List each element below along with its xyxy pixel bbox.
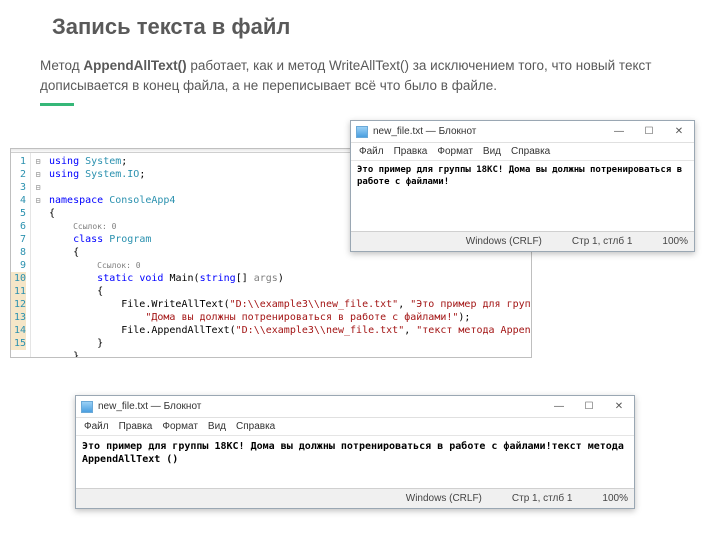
menu-edit[interactable]: Правка (119, 421, 153, 432)
status-encoding: Windows (CRLF) (466, 236, 542, 247)
notepad-icon (81, 401, 93, 413)
maximize-button[interactable]: ☐ (634, 122, 664, 142)
notepad-window-1: new_file.txt — Блокнот — ☐ ✕ Файл Правка… (350, 120, 695, 252)
minimize-button[interactable]: — (604, 122, 634, 142)
menu-view[interactable]: Вид (483, 146, 501, 157)
menu-file[interactable]: Файл (359, 146, 384, 157)
menu-help[interactable]: Справка (236, 421, 275, 432)
status-cursor: Стр 1, стлб 1 (572, 236, 633, 247)
notepad-icon (356, 126, 368, 138)
maximize-button[interactable]: ☐ (574, 397, 604, 417)
menu-edit[interactable]: Правка (394, 146, 428, 157)
status-cursor: Стр 1, стлб 1 (512, 493, 573, 504)
page-title: Запись текста в файл (0, 0, 720, 46)
menu-help[interactable]: Справка (511, 146, 550, 157)
status-zoom: 100% (662, 236, 688, 247)
menu-bar: Файл Правка Формат Вид Справка (76, 418, 634, 436)
menu-format[interactable]: Формат (437, 146, 473, 157)
menu-file[interactable]: Файл (84, 421, 109, 432)
method-name: AppendAllText() (83, 58, 186, 73)
status-bar: Windows (CRLF) Стр 1, стлб 1 100% (76, 488, 634, 508)
titlebar[interactable]: new_file.txt — Блокнот — ☐ ✕ (351, 121, 694, 143)
line-gutter: 1 2 3 4 5 6 7 8 9 10 11 12 13 14 15 (11, 153, 31, 357)
menu-view[interactable]: Вид (208, 421, 226, 432)
window-title: new_file.txt — Блокнот (98, 401, 544, 412)
status-encoding: Windows (CRLF) (406, 493, 482, 504)
text-area[interactable]: Это пример для группы 18КС! Дома вы долж… (351, 161, 694, 231)
text-area[interactable]: Это пример для группы 18КС! Дома вы долж… (76, 436, 634, 488)
description-paragraph: Метод AppendAllText() работает, как и ме… (0, 46, 720, 99)
accent-bar (40, 103, 74, 106)
menu-format[interactable]: Формат (162, 421, 198, 432)
close-button[interactable]: ✕ (664, 122, 694, 142)
notepad-window-2: new_file.txt — Блокнот — ☐ ✕ Файл Правка… (75, 395, 635, 509)
fold-column: ⊟⊟⊟⊟ (31, 153, 45, 357)
menu-bar: Файл Правка Формат Вид Справка (351, 143, 694, 161)
minimize-button[interactable]: — (544, 397, 574, 417)
titlebar[interactable]: new_file.txt — Блокнот — ☐ ✕ (76, 396, 634, 418)
para-pre: Метод (40, 58, 83, 73)
close-button[interactable]: ✕ (604, 397, 634, 417)
status-bar: Windows (CRLF) Стр 1, стлб 1 100% (351, 231, 694, 251)
window-title: new_file.txt — Блокнот (373, 126, 604, 137)
status-zoom: 100% (602, 493, 628, 504)
